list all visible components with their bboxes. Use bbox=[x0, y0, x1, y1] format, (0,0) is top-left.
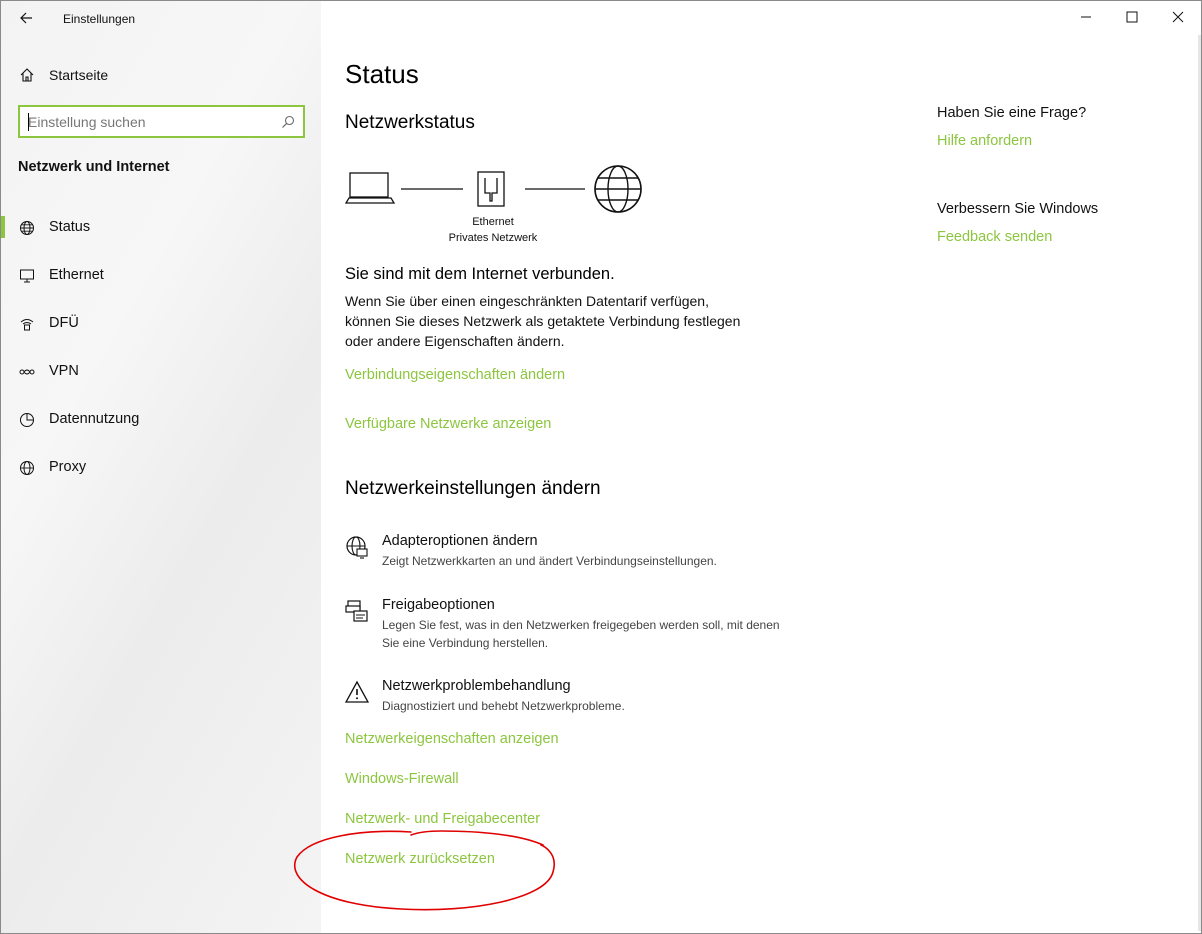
network-profile-label: Privates Netzwerk bbox=[448, 232, 538, 244]
sidebar: Einstellungen Startseite Netzwerk und In… bbox=[1, 1, 321, 933]
section-title: Netzwerk und Internet bbox=[18, 159, 170, 175]
page-title: Status bbox=[345, 59, 419, 89]
globe-icon bbox=[20, 221, 34, 235]
sidebar-item-label: Proxy bbox=[49, 459, 87, 475]
network-diagram: Ethernet Privates Netzwerk bbox=[345, 161, 665, 251]
back-button[interactable] bbox=[15, 7, 37, 29]
settings-window: Einstellungen Startseite Netzwerk und In… bbox=[0, 0, 1202, 934]
metered-description: Wenn Sie über einen eingeschränkten Date… bbox=[345, 293, 741, 349]
sidebar-item-label: Datennutzung bbox=[49, 411, 140, 427]
scrollbar-track[interactable] bbox=[1198, 35, 1201, 931]
search-icon[interactable] bbox=[281, 115, 295, 129]
app-title: Einstellungen bbox=[63, 12, 136, 26]
sidebar-item-data-usage[interactable]: Datennutzung bbox=[1, 399, 321, 447]
search-input[interactable] bbox=[28, 112, 268, 132]
sidebar-item-dialup[interactable]: DFÜ bbox=[1, 303, 321, 351]
connection-status: Sie sind mit dem Internet verbunden. bbox=[345, 265, 615, 283]
adapter-options[interactable]: Adapteroptionen ändern Zeigt Netzwerkkar… bbox=[345, 533, 785, 573]
adapter-icon bbox=[346, 536, 368, 559]
windows-firewall-link[interactable]: Windows-Firewall bbox=[345, 771, 459, 787]
main-content: Status Netzwerkstatus Ethernet Privates … bbox=[321, 1, 1201, 933]
sidebar-item-label: DFÜ bbox=[49, 315, 79, 331]
option-subtitle: Legen Sie fest, was in den Netzwerken fr… bbox=[382, 618, 780, 650]
back-arrow-icon bbox=[20, 12, 32, 24]
sidebar-item-label: Ethernet bbox=[49, 267, 104, 283]
globe-icon bbox=[20, 461, 34, 475]
show-available-networks-link[interactable]: Verfügbare Netzwerke anzeigen bbox=[345, 416, 551, 432]
home-link[interactable]: Startseite bbox=[1, 59, 321, 91]
change-connection-properties-link[interactable]: Verbindungseigenschaften ändern bbox=[345, 367, 565, 383]
internet-globe-icon bbox=[594, 165, 642, 213]
network-reset-link[interactable]: Netzwerk zurücksetzen bbox=[345, 851, 495, 867]
data-usage-icon bbox=[20, 413, 34, 427]
home-label: Startseite bbox=[49, 67, 109, 83]
question-heading: Haben Sie eine Frage? bbox=[937, 105, 1087, 121]
sidebar-nav: Status Ethernet DFÜ VPN Datennutzung Pro… bbox=[1, 207, 321, 495]
option-title: Adapteroptionen ändern bbox=[382, 533, 538, 549]
show-network-properties-link[interactable]: Netzwerkeigenschaften anzeigen bbox=[345, 731, 559, 747]
option-subtitle: Zeigt Netzwerkkarten an und ändert Verbi… bbox=[382, 554, 717, 568]
sidebar-item-ethernet[interactable]: Ethernet bbox=[1, 255, 321, 303]
active-indicator bbox=[1, 216, 5, 238]
search-box[interactable] bbox=[18, 105, 305, 138]
title-bar: Einstellungen bbox=[1, 1, 321, 35]
sidebar-item-status[interactable]: Status bbox=[1, 207, 321, 255]
ethernet-icon bbox=[20, 269, 34, 283]
sidebar-item-label: Status bbox=[49, 219, 91, 235]
sidebar-item-proxy[interactable]: Proxy bbox=[1, 447, 321, 495]
sharing-icon bbox=[345, 600, 368, 622]
dialup-icon bbox=[20, 319, 34, 331]
laptop-icon bbox=[345, 172, 396, 204]
option-title: Netzwerkproblembehandlung bbox=[382, 678, 571, 694]
adapter-label: Ethernet bbox=[472, 216, 514, 228]
sidebar-item-vpn[interactable]: VPN bbox=[1, 351, 321, 399]
network-diagram-graphic bbox=[345, 165, 642, 213]
sharing-options[interactable]: Freigabeoptionen Legen Sie fest, was in … bbox=[345, 597, 785, 653]
sidebar-item-label: VPN bbox=[49, 363, 79, 379]
send-feedback-link[interactable]: Feedback senden bbox=[937, 229, 1052, 245]
network-troubleshooter[interactable]: Netzwerkproblembehandlung Diagnostiziert… bbox=[345, 678, 785, 718]
ethernet-port-icon bbox=[477, 171, 505, 207]
home-icon bbox=[20, 68, 34, 82]
change-settings-heading: Netzwerkeinstellungen ändern bbox=[345, 478, 601, 499]
improve-windows-heading: Verbessern Sie Windows bbox=[937, 201, 1099, 217]
warning-icon bbox=[345, 680, 369, 703]
get-help-link[interactable]: Hilfe anfordern bbox=[937, 133, 1032, 149]
network-sharing-center-link[interactable]: Netzwerk- und Freigabecenter bbox=[345, 811, 540, 827]
vpn-icon bbox=[19, 369, 35, 375]
option-title: Freigabeoptionen bbox=[382, 597, 495, 613]
option-subtitle: Diagnostiziert und behebt Netzwerkproble… bbox=[382, 699, 625, 713]
network-status-heading: Netzwerkstatus bbox=[345, 112, 475, 133]
